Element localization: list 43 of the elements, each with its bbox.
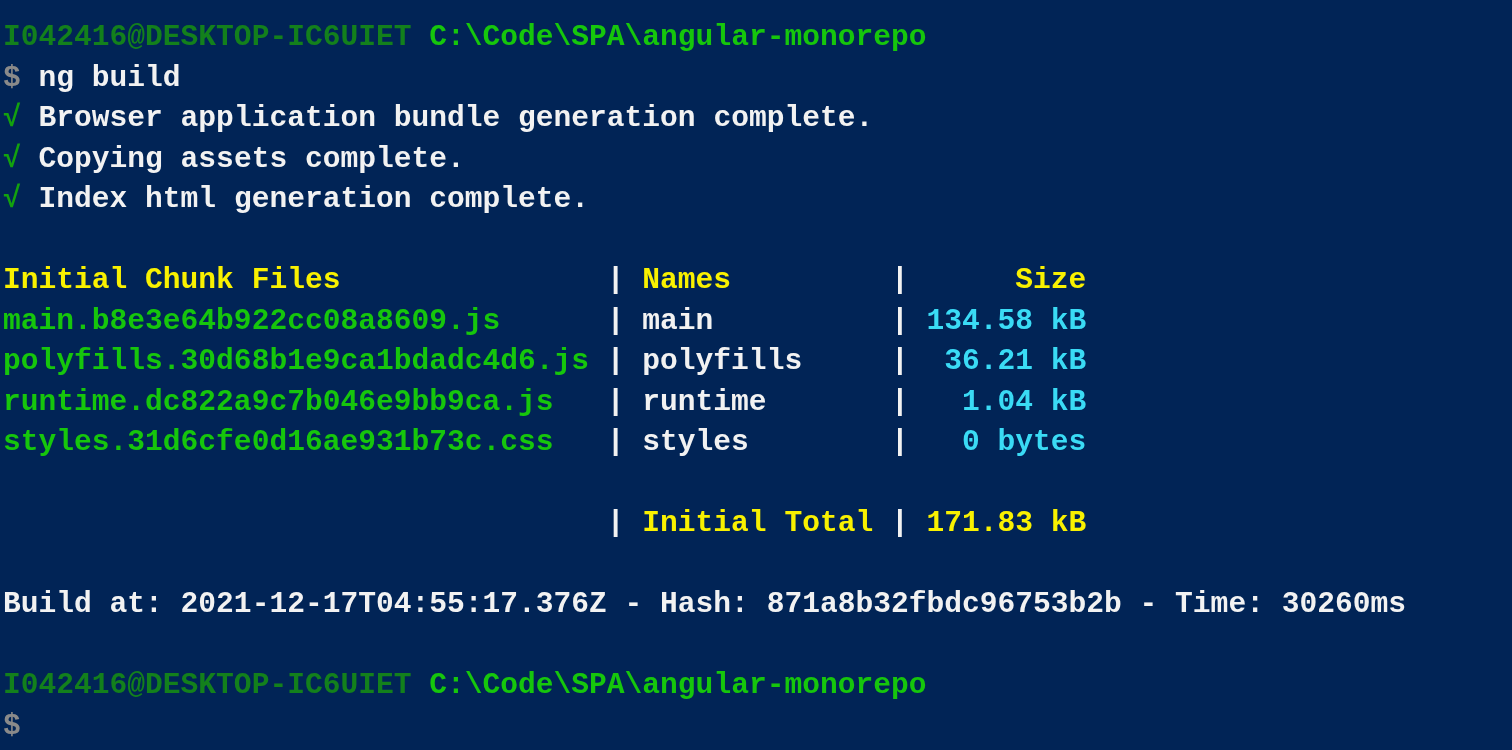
- table-separator: |: [890, 262, 910, 299]
- file-name: polyfills.30d68b1e9ca1bdadc4d6.js: [3, 343, 591, 380]
- file-size: 36.21 kB: [943, 343, 1087, 380]
- table-separator: |: [606, 383, 626, 421]
- table-separator: |: [606, 302, 626, 340]
- table-separator: |: [890, 383, 910, 421]
- prompt-user: I042416@DESKTOP-IC6UIET: [3, 667, 412, 704]
- chunk-name: polyfills: [642, 343, 804, 380]
- check-mark: √: [3, 100, 21, 137]
- table-separator: |: [606, 505, 626, 542]
- file-name: main.b8e3e64b922cc08a8609.js: [3, 302, 502, 340]
- table-separator: |: [606, 262, 626, 299]
- file-name: runtime.dc822a9c7b046e9bb9ca.js: [3, 383, 555, 421]
- column-header: Size: [1014, 262, 1087, 299]
- table-separator: |: [606, 424, 626, 461]
- table-separator: |: [890, 424, 910, 461]
- chunk-name: main: [642, 302, 715, 340]
- total-size: 171.83 kB: [926, 505, 1087, 542]
- status-message: Index html generation complete.: [38, 181, 590, 218]
- check-mark: √: [3, 181, 21, 218]
- table-separator: |: [890, 505, 910, 542]
- command-text: ng build: [38, 59, 181, 97]
- column-header: Initial Chunk Files: [3, 262, 342, 299]
- column-header: Names: [642, 262, 733, 299]
- table-separator: |: [606, 343, 626, 380]
- file-size: 1.04 kB: [960, 383, 1087, 421]
- prompt-symbol: $: [3, 59, 21, 97]
- file-name: styles.31d6cfe0d16ae931b73c.css: [3, 424, 555, 461]
- prompt-symbol: $: [3, 707, 21, 745]
- table-separator: |: [890, 343, 910, 380]
- prompt-path: C:\Code\SPA\angular-monorepo: [429, 667, 927, 704]
- total-label: Initial Total: [642, 505, 875, 542]
- chunk-name: styles: [642, 424, 750, 461]
- table-separator: |: [890, 302, 910, 340]
- prompt-user: I042416@DESKTOP-IC6UIET: [3, 19, 412, 56]
- check-mark: √: [3, 140, 21, 178]
- prompt-path: C:\Code\SPA\angular-monorepo: [429, 19, 927, 56]
- chunk-name: runtime: [642, 383, 768, 421]
- status-message: Browser application bundle generation complete.: [38, 100, 874, 137]
- status-message: Copying assets complete.: [38, 140, 465, 178]
- file-size: 134.58 kB: [926, 302, 1087, 340]
- build-summary: Build at: 2021-12-17T04:55:17.376Z - Hash: 871a8b32fbdc96753b2b - Time: 30260ms: [3, 586, 1406, 623]
- file-size: 0 bytes: [960, 424, 1087, 461]
